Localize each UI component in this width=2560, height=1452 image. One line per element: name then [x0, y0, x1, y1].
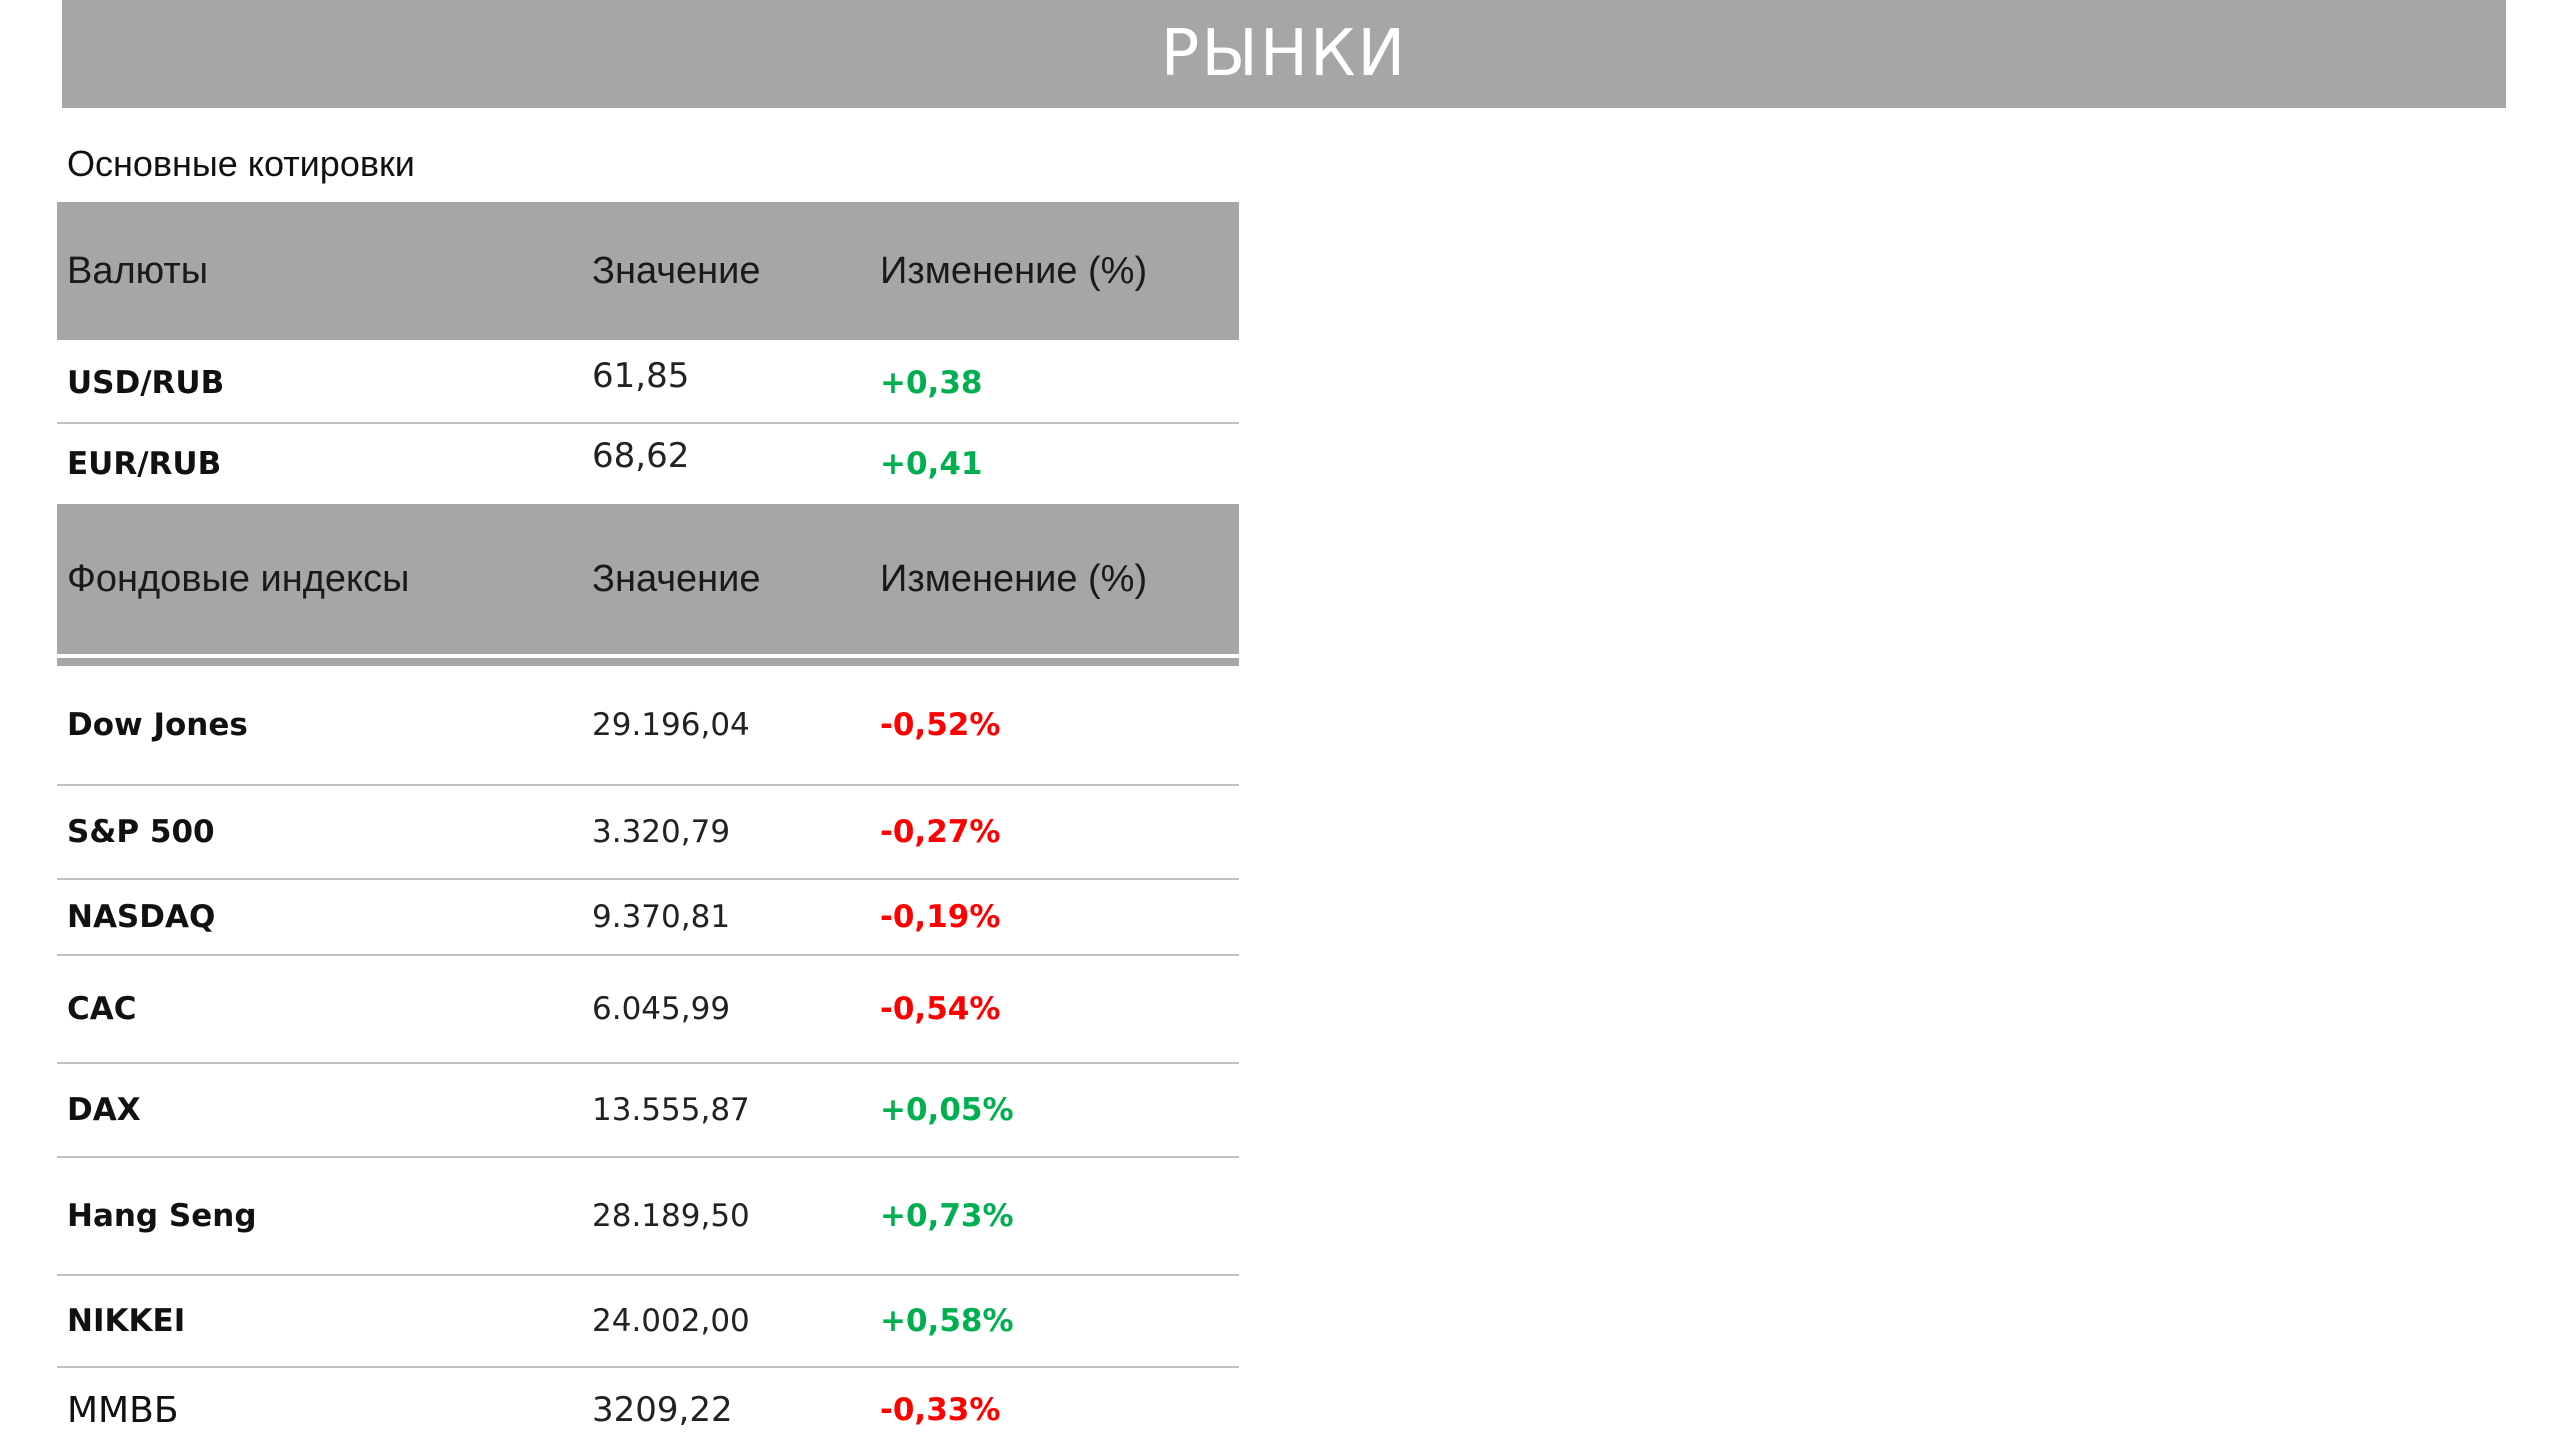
- row-name: EUR/RUB: [67, 446, 222, 482]
- row-value: 3.320,79: [592, 814, 731, 850]
- row-change: -0,54%: [880, 991, 1001, 1027]
- currency-header-change: Изменение (%): [880, 249, 1148, 292]
- row-value: 68,62: [592, 436, 690, 476]
- table-row: Dow Jones 29.196,04 -0,52%: [57, 666, 1239, 786]
- row-name: S&P 500: [67, 814, 215, 850]
- row-name: ММВБ: [67, 1389, 179, 1431]
- row-value: 9.370,81: [592, 899, 731, 935]
- table-row: ММВБ 3209,22 -0,33%: [57, 1368, 1239, 1452]
- row-value: 6.045,99: [592, 991, 731, 1027]
- row-value: 3209,22: [592, 1390, 733, 1430]
- row-name: Dow Jones: [67, 707, 248, 743]
- table-row: CAC 6.045,99 -0,54%: [57, 956, 1239, 1064]
- row-change: -0,19%: [880, 899, 1001, 935]
- row-change: +0,41: [880, 446, 983, 482]
- row-value: 29.196,04: [592, 707, 750, 743]
- row-name: DAX: [67, 1092, 141, 1128]
- indexes-header-value: Значение: [592, 557, 761, 600]
- quotes-table: Валюты Значение Изменение (%) USD/RUB 61…: [57, 202, 1239, 1452]
- section-title: Основные котировки: [67, 143, 415, 184]
- row-value: 61,85: [592, 356, 690, 396]
- table-row: Hang Seng 28.189,50 +0,73%: [57, 1158, 1239, 1276]
- table-row: NIKKEI 24.002,00 +0,58%: [57, 1276, 1239, 1368]
- currency-header-value: Значение: [592, 249, 761, 292]
- indexes-header-row: Фондовые индексы Значение Изменение (%): [57, 504, 1239, 654]
- row-change: -0,52%: [880, 707, 1001, 743]
- row-change: +0,05%: [880, 1092, 1014, 1128]
- row-name: Hang Seng: [67, 1198, 257, 1234]
- row-value: 28.189,50: [592, 1198, 750, 1234]
- row-name: CAC: [67, 991, 137, 1027]
- table-row: NASDAQ 9.370,81 -0,19%: [57, 880, 1239, 956]
- row-change: +0,73%: [880, 1198, 1014, 1234]
- row-change: +0,58%: [880, 1303, 1014, 1339]
- row-value: 13.555,87: [592, 1092, 750, 1128]
- indexes-header-name: Фондовые индексы: [67, 557, 410, 600]
- table-row: S&P 500 3.320,79 -0,27%: [57, 786, 1239, 880]
- table-row: DAX 13.555,87 +0,05%: [57, 1064, 1239, 1158]
- row-name: NASDAQ: [67, 899, 216, 935]
- page-banner: РЫНКИ: [62, 0, 2506, 108]
- row-change: -0,33%: [880, 1392, 1001, 1428]
- row-name: USD/RUB: [67, 365, 225, 401]
- currency-header-name: Валюты: [67, 249, 209, 292]
- row-value: 24.002,00: [592, 1303, 750, 1339]
- row-change: +0,38: [880, 365, 983, 401]
- header-divider: [57, 658, 1239, 666]
- page-title: РЫНКИ: [1160, 17, 1408, 91]
- table-row: USD/RUB 61,85 +0,38: [57, 344, 1239, 424]
- table-row: EUR/RUB 68,62 +0,41: [57, 424, 1239, 504]
- row-name: NIKKEI: [67, 1303, 186, 1339]
- currency-header-row: Валюты Значение Изменение (%): [57, 202, 1239, 344]
- row-change: -0,27%: [880, 814, 1001, 850]
- indexes-header-change: Изменение (%): [880, 557, 1148, 600]
